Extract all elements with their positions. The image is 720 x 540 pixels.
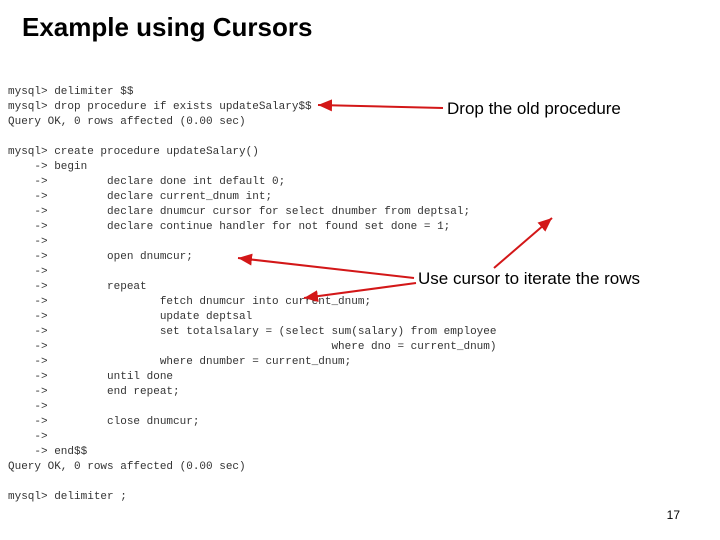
page-number: 17: [667, 508, 680, 522]
arrow-cursor-repeat: [0, 0, 720, 540]
